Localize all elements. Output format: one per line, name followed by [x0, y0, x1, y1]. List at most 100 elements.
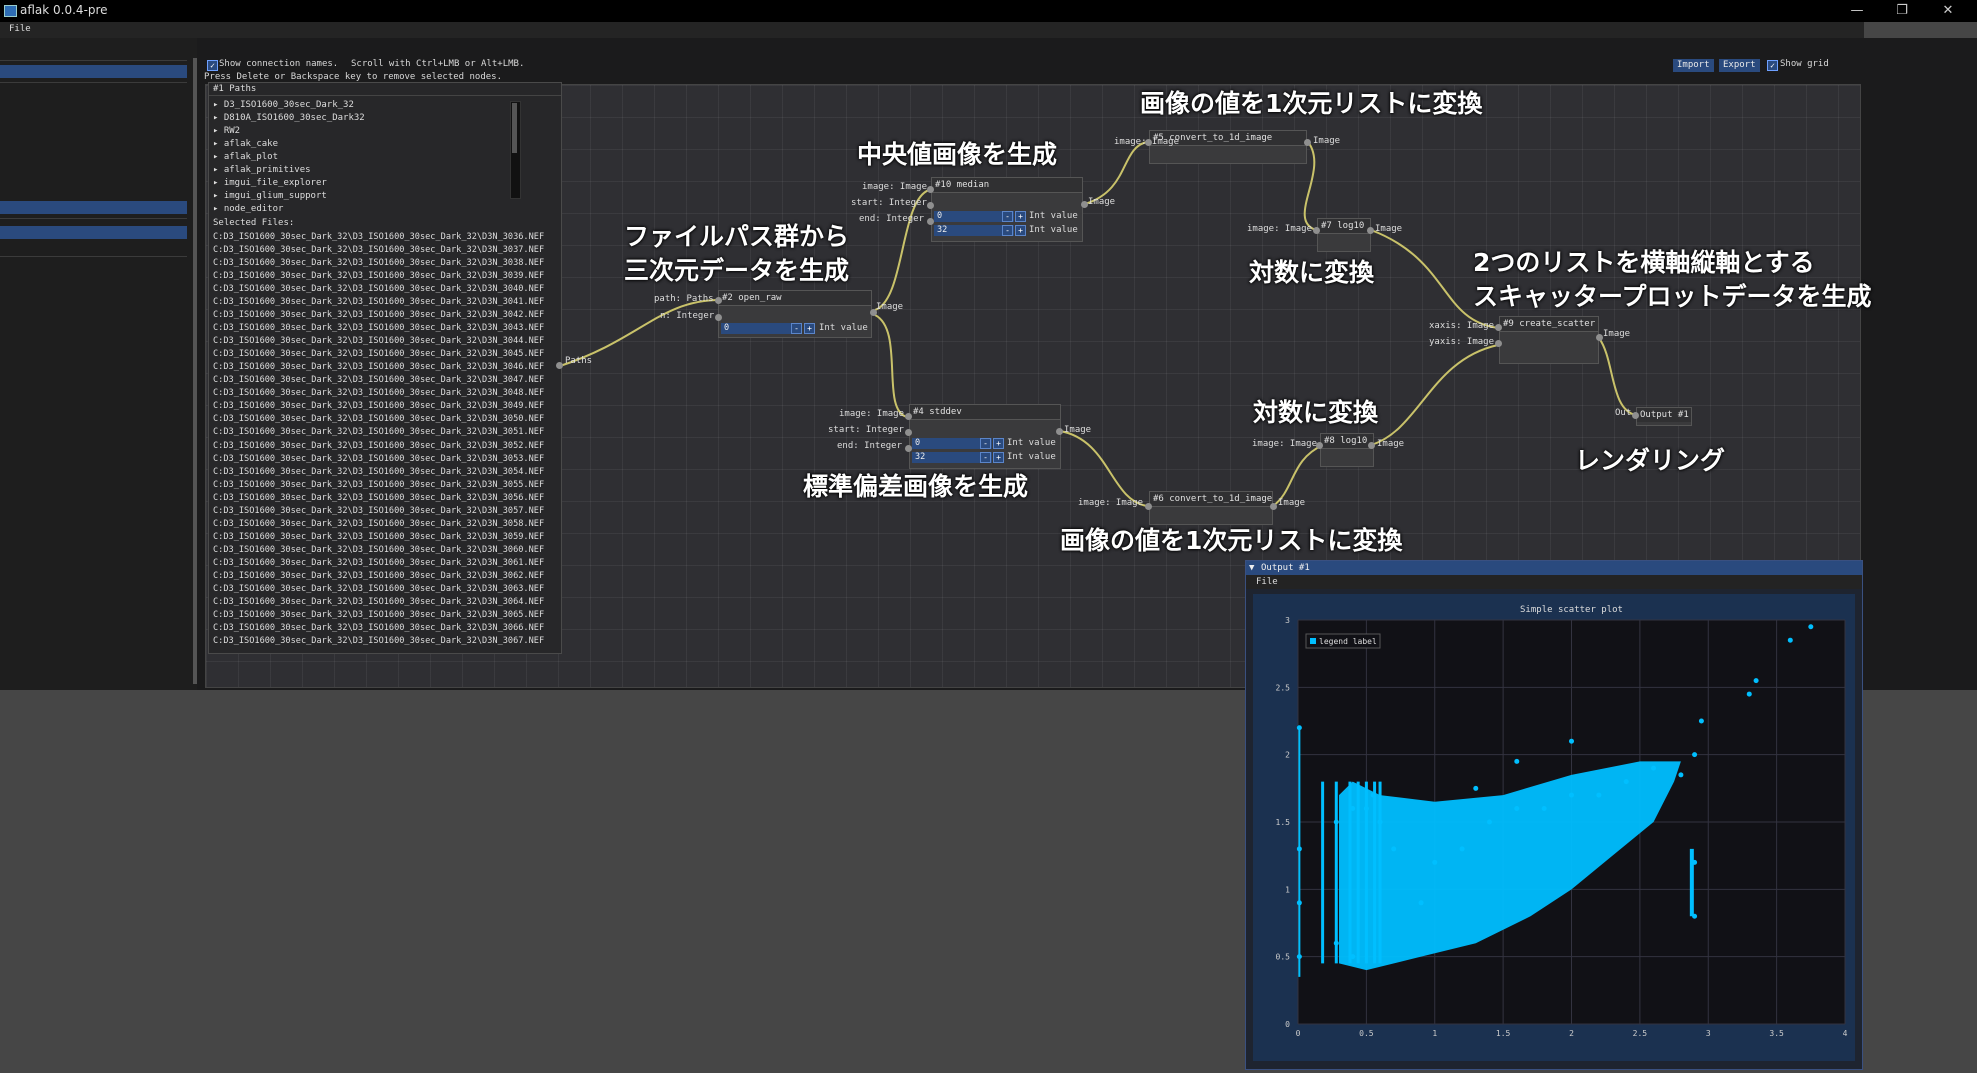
tree-item[interactable]: ▸ imgui_glium_support	[213, 190, 513, 203]
file-list-item[interactable]: C:D3_ISO1600_30sec_Dark_32\D3_ISO1600_30…	[213, 374, 544, 387]
increment-button[interactable]: +	[993, 438, 1004, 449]
create-scatter-node[interactable]: #9 create_scatter	[1499, 316, 1599, 364]
output-window-titlebar[interactable]: ▼ Output #1	[1246, 561, 1862, 575]
file-list-item[interactable]: C:D3_ISO1600_30sec_Dark_32\D3_ISO1600_30…	[213, 635, 544, 648]
median-node[interactable]: #10 median 0 - + Int value 32 - + Int va…	[931, 177, 1083, 242]
file-list-item[interactable]: C:D3_ISO1600_30sec_Dark_32\D3_ISO1600_30…	[213, 453, 544, 466]
open-raw-n-port[interactable]	[715, 314, 722, 321]
paths-output-port[interactable]	[556, 362, 563, 369]
file-list-item[interactable]: C:D3_ISO1600_30sec_Dark_32\D3_ISO1600_30…	[213, 622, 544, 635]
decrement-button[interactable]: -	[1002, 211, 1013, 222]
log10-7-input-port[interactable]	[1313, 227, 1320, 234]
scatter-point	[1459, 846, 1465, 852]
stddev-end-port[interactable]	[905, 445, 912, 452]
file-list-item[interactable]: C:D3_ISO1600_30sec_Dark_32\D3_ISO1600_30…	[213, 557, 544, 570]
annotation-log-bottom: 対数に変換	[1253, 398, 1379, 427]
convert-5-output-port[interactable]	[1304, 139, 1311, 146]
file-list-item[interactable]: C:D3_ISO1600_30sec_Dark_32\D3_ISO1600_30…	[213, 583, 544, 596]
stddev-output-port[interactable]	[1056, 428, 1063, 435]
paths-node[interactable]: #1 Paths ▸ D3_ISO1600_30sec_Dark_32 ▸ D8…	[208, 82, 562, 654]
increment-button[interactable]: +	[993, 452, 1004, 463]
output-node[interactable]: Output #1	[1636, 407, 1692, 426]
file-list-item[interactable]: C:D3_ISO1600_30sec_Dark_32\D3_ISO1600_30…	[213, 296, 544, 309]
convert-5-output-label: Image	[1313, 136, 1341, 146]
file-list-item[interactable]: C:D3_ISO1600_30sec_Dark_32\D3_ISO1600_30…	[213, 570, 544, 583]
file-list-item[interactable]: C:D3_ISO1600_30sec_Dark_32\D3_ISO1600_30…	[213, 531, 544, 544]
file-list-item[interactable]: C:D3_ISO1600_30sec_Dark_32\D3_ISO1600_30…	[213, 387, 544, 400]
convert-5-input-port[interactable]	[1145, 139, 1152, 146]
open-raw-node[interactable]: #2 open_raw 0 - + Int value	[718, 290, 872, 338]
file-list-item[interactable]: C:D3_ISO1600_30sec_Dark_32\D3_ISO1600_30…	[213, 518, 544, 531]
file-list-item[interactable]: C:D3_ISO1600_30sec_Dark_32\D3_ISO1600_30…	[213, 479, 544, 492]
tree-item[interactable]: ▸ aflak_primitives	[213, 164, 513, 177]
tree-scrollbar-thumb[interactable]	[512, 103, 517, 153]
output-menu-file[interactable]: File	[1256, 575, 1278, 589]
file-list-item[interactable]: C:D3_ISO1600_30sec_Dark_32\D3_ISO1600_30…	[213, 505, 544, 518]
log10-7-node[interactable]: #7 log10	[1317, 218, 1371, 252]
int-value-label: Int value	[1007, 452, 1056, 462]
file-list-item[interactable]: C:D3_ISO1600_30sec_Dark_32\D3_ISO1600_30…	[213, 544, 544, 557]
convert-6-input-port[interactable]	[1145, 503, 1152, 510]
file-list-item[interactable]: C:D3_ISO1600_30sec_Dark_32\D3_ISO1600_30…	[213, 244, 544, 257]
file-list-item[interactable]: C:D3_ISO1600_30sec_Dark_32\D3_ISO1600_30…	[213, 426, 544, 439]
file-list-item[interactable]: C:D3_ISO1600_30sec_Dark_32\D3_ISO1600_30…	[213, 257, 544, 270]
tree-item[interactable]: ▸ aflak_cake	[213, 138, 513, 151]
increment-button[interactable]: +	[1015, 211, 1026, 222]
annotation-to1d-top: 画像の値を1次元リストに変換	[1140, 89, 1483, 118]
tree-item[interactable]: ▸ D3_ISO1600_30sec_Dark_32	[213, 99, 513, 112]
median-end-port[interactable]	[927, 218, 934, 225]
tree-item[interactable]: ▸ RW2	[213, 125, 513, 138]
open-raw-path-port[interactable]	[715, 297, 722, 304]
annotation-to1d-bottom: 画像の値を1次元リストに変換	[1060, 526, 1403, 555]
output-input-port[interactable]	[1632, 412, 1639, 419]
tree-item[interactable]: ▸ imgui_file_explorer	[213, 177, 513, 190]
output-window[interactable]: ▼ Output #1 File 0 0.5 1 1.5 2 2.5 3 3.5 4 0 0.5 1 1…	[1245, 560, 1863, 1070]
increment-button[interactable]: +	[804, 323, 815, 334]
log10-8-input-port[interactable]	[1316, 442, 1323, 449]
scatter-plot[interactable]: 0 0.5 1 1.5 2 2.5 3 3.5 4 0 0.5 1 1.5 2 2.5 3 Simple sca…	[1253, 594, 1855, 1061]
file-list-item[interactable]: C:D3_ISO1600_30sec_Dark_32\D3_ISO1600_30…	[213, 466, 544, 479]
tree-item[interactable]: ▸ D810A_ISO1600_30sec_Dark32	[213, 112, 513, 125]
stddev-start-port[interactable]	[905, 429, 912, 436]
median-output-port[interactable]	[1081, 201, 1088, 208]
log10-8-output-port[interactable]	[1368, 442, 1375, 449]
file-list-item[interactable]: C:D3_ISO1600_30sec_Dark_32\D3_ISO1600_30…	[213, 492, 544, 505]
file-list-item[interactable]: C:D3_ISO1600_30sec_Dark_32\D3_ISO1600_30…	[213, 309, 544, 322]
stddev-image-label: image: Image	[839, 409, 905, 419]
open-raw-n-field[interactable]: 0	[721, 323, 801, 334]
scatter-output-port[interactable]	[1596, 334, 1603, 341]
file-list-item[interactable]: C:D3_ISO1600_30sec_Dark_32\D3_ISO1600_30…	[213, 283, 544, 296]
tree-item[interactable]: ▸ aflak_plot	[213, 151, 513, 164]
scatter-point	[1651, 765, 1657, 771]
increment-button[interactable]: +	[1015, 225, 1026, 236]
file-list-item[interactable]: C:D3_ISO1600_30sec_Dark_32\D3_ISO1600_30…	[213, 440, 544, 453]
file-list-item[interactable]: C:D3_ISO1600_30sec_Dark_32\D3_ISO1600_30…	[213, 596, 544, 609]
convert-6-node[interactable]: #6 convert_to_1d_image	[1149, 491, 1273, 525]
file-list-item[interactable]: C:D3_ISO1600_30sec_Dark_32\D3_ISO1600_30…	[213, 400, 544, 413]
file-list-item[interactable]: C:D3_ISO1600_30sec_Dark_32\D3_ISO1600_30…	[213, 413, 544, 426]
collapse-triangle-icon[interactable]: ▼	[1249, 561, 1254, 575]
file-list-item[interactable]: C:D3_ISO1600_30sec_Dark_32\D3_ISO1600_30…	[213, 322, 544, 335]
stddev-node[interactable]: #4 stddev 0 - + Int value 32 - + Int val…	[909, 404, 1061, 469]
scatter-xaxis-port[interactable]	[1495, 324, 1502, 331]
stddev-image-port[interactable]	[905, 413, 912, 420]
file-list-item[interactable]: C:D3_ISO1600_30sec_Dark_32\D3_ISO1600_30…	[213, 361, 544, 374]
decrement-button[interactable]: -	[1002, 225, 1013, 236]
file-list-item[interactable]: C:D3_ISO1600_30sec_Dark_32\D3_ISO1600_30…	[213, 270, 544, 283]
decrement-button[interactable]: -	[791, 323, 802, 334]
file-list-item[interactable]: C:D3_ISO1600_30sec_Dark_32\D3_ISO1600_30…	[213, 348, 544, 361]
log10-8-node[interactable]: #8 log10	[1320, 433, 1374, 467]
file-list-item[interactable]: C:D3_ISO1600_30sec_Dark_32\D3_ISO1600_30…	[213, 609, 544, 622]
file-list-item[interactable]: C:D3_ISO1600_30sec_Dark_32\D3_ISO1600_30…	[213, 335, 544, 348]
scatter-yaxis-port[interactable]	[1495, 340, 1502, 347]
decrement-button[interactable]: -	[980, 452, 991, 463]
convert-5-node[interactable]: #5 convert_to_1d_image	[1149, 130, 1307, 164]
file-list-item[interactable]: C:D3_ISO1600_30sec_Dark_32\D3_ISO1600_30…	[213, 231, 544, 244]
tree-item[interactable]: ▸ node_editor	[213, 203, 513, 216]
median-start-port[interactable]	[927, 202, 934, 209]
log10-7-output-port[interactable]	[1367, 227, 1374, 234]
decrement-button[interactable]: -	[980, 438, 991, 449]
convert-6-output-port[interactable]	[1270, 503, 1277, 510]
scatter-point	[1333, 940, 1339, 946]
median-image-port[interactable]	[927, 186, 934, 193]
